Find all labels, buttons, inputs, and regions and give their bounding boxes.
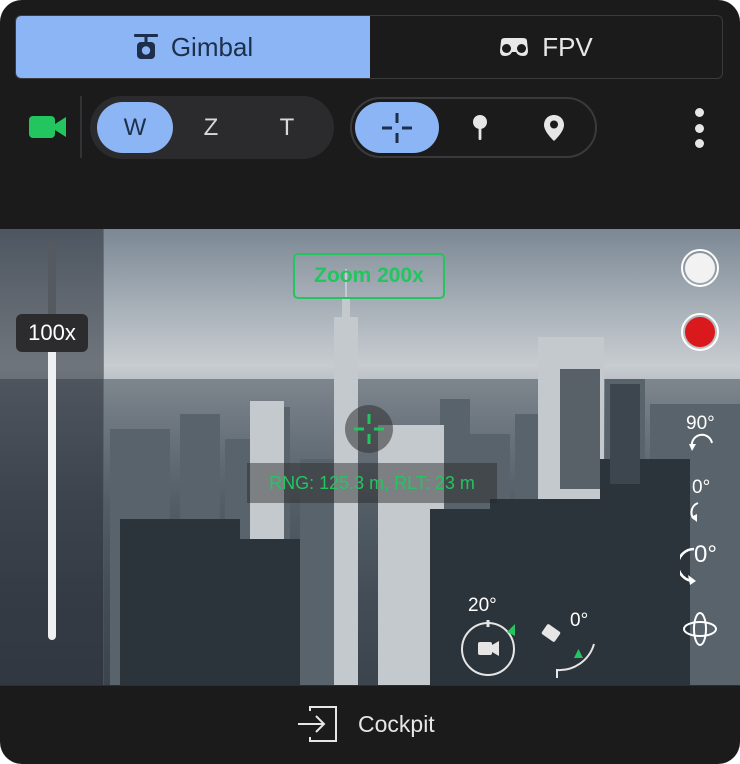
tab-fpv-label: FPV <box>542 31 593 62</box>
cockpit-label: Cockpit <box>358 710 435 737</box>
video-camera-icon[interactable] <box>28 114 68 140</box>
crosshair-mode-button[interactable] <box>355 102 439 153</box>
lens-tele-button[interactable]: T <box>249 102 325 153</box>
location-pin-icon <box>544 114 564 141</box>
zoom-level-label: Zoom 200x <box>293 253 445 299</box>
gimbal-control-panel: Gimbal FPV W Z T 100x Zoom 200x RNG: 125… <box>0 0 740 764</box>
pin-icon <box>473 114 487 140</box>
location-mode-button[interactable] <box>512 102 596 153</box>
gimbal-icon <box>133 34 158 59</box>
lens-wide-button[interactable]: W <box>97 102 173 153</box>
view-mode-switch: Gimbal FPV <box>15 15 723 79</box>
lens-selector: W Z T <box>90 96 334 159</box>
gimbal-pitch-value: 0° <box>570 610 589 631</box>
lens-zoom-button[interactable]: Z <box>173 102 249 153</box>
camera-heading-value: 20° <box>468 595 497 616</box>
toolbar-divider <box>80 96 82 158</box>
camera-heading-indicator <box>461 620 515 676</box>
range-readout: RNG: 125.3 m, RLT: 23 m <box>247 463 497 503</box>
rotate-0-button[interactable]: 0° <box>676 477 726 527</box>
tab-gimbal[interactable]: Gimbal <box>16 16 370 78</box>
more-vertical-icon[interactable] <box>690 108 708 152</box>
rotate-0-label: 0° <box>692 477 711 498</box>
crosshair-icon <box>382 112 412 143</box>
tab-gimbal-label: Gimbal <box>170 31 254 62</box>
rotate-ccw-small-icon <box>690 502 699 522</box>
footer-divider <box>0 685 740 686</box>
zoom-value-badge[interactable]: 100x <box>16 314 88 352</box>
recenter-gimbal-icon[interactable] <box>680 609 720 649</box>
camera-viewport[interactable]: 100x Zoom 200x RNG: 125.3 m, RLT: 23 m 2… <box>0 229 740 685</box>
enter-icon <box>298 706 337 742</box>
rotate-ccw-icon <box>689 433 713 451</box>
pin-mode-button[interactable] <box>438 102 522 153</box>
gimbal-pitch-indicator <box>541 624 595 678</box>
roll-0-button[interactable]: 0° <box>676 539 726 589</box>
rotate-90-button[interactable]: 90° <box>676 413 726 459</box>
roll-0-label: 0° <box>694 541 717 568</box>
zoom-slider-fill <box>48 320 56 640</box>
target-mode-selector <box>350 97 597 158</box>
photo-button[interactable] <box>681 249 719 287</box>
target-reticle <box>345 405 393 453</box>
target-reticle-icon <box>354 414 384 444</box>
cockpit-button[interactable]: Cockpit <box>296 703 435 745</box>
shutter-icon <box>685 253 715 283</box>
rotate-90-label: 90° <box>686 413 715 434</box>
fpv-goggles-icon <box>500 38 529 56</box>
record-button[interactable] <box>681 313 719 351</box>
record-icon <box>685 317 715 347</box>
tab-fpv[interactable]: FPV <box>370 16 721 78</box>
